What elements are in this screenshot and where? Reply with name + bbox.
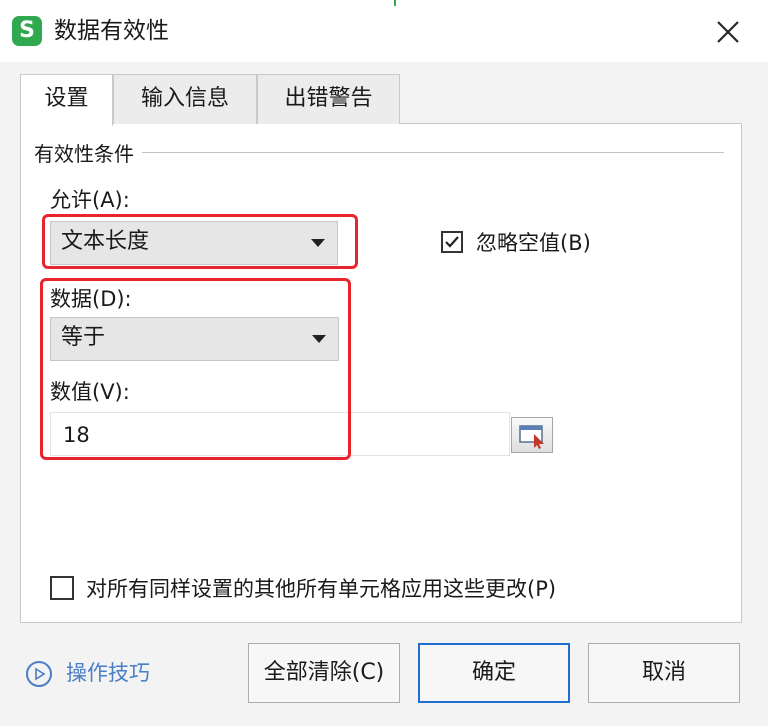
apply-all-checkbox[interactable]	[50, 576, 74, 600]
ignore-blank-checkbox[interactable]	[441, 231, 463, 253]
ignore-blank-label[interactable]: 忽略空值(B)	[476, 228, 591, 258]
section-title: 有效性条件	[34, 140, 142, 168]
tab-settings[interactable]: 设置	[20, 74, 113, 126]
clear-all-button[interactable]: 全部清除(C)	[248, 643, 400, 703]
highlight-allow	[42, 214, 358, 269]
range-select-icon	[519, 425, 544, 449]
close-button[interactable]	[706, 14, 750, 50]
tab-input-message[interactable]: 输入信息	[113, 74, 257, 124]
play-triangle	[35, 667, 46, 681]
range-select-button[interactable]	[511, 417, 553, 453]
highlight-data-value	[40, 278, 351, 460]
cancel-button[interactable]: 取消	[588, 643, 740, 703]
background-gridline	[394, 0, 396, 6]
checkmark-icon	[445, 236, 459, 248]
window-title: 数据有效性	[54, 18, 169, 44]
apply-all-label[interactable]: 对所有同样设置的其他所有单元格应用这些更改(P)	[86, 574, 556, 604]
wps-spreadsheet-icon: S	[12, 16, 42, 46]
ok-button[interactable]: 确定	[418, 643, 570, 703]
close-icon	[717, 21, 739, 43]
allow-label: 允许(A):	[50, 188, 130, 212]
tab-error-alert[interactable]: 出错警告	[257, 74, 400, 124]
tips-link[interactable]: 操作技巧	[66, 658, 150, 688]
play-circle-icon[interactable]	[26, 661, 52, 687]
